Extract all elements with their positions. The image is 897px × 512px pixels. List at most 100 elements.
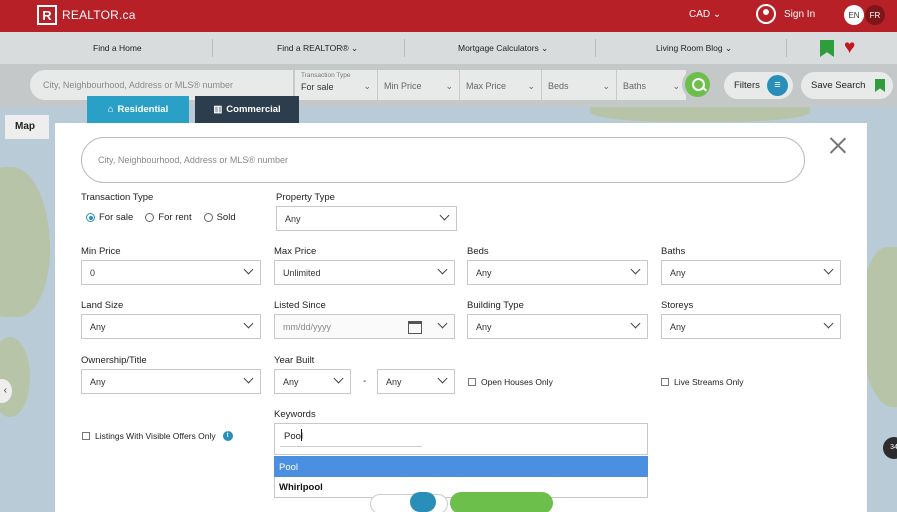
map-land — [0, 337, 30, 417]
map-tab[interactable]: Map — [5, 115, 49, 139]
main-nav: Find a Home Find a REALTOR® ⌄ Mortgage C… — [0, 32, 897, 64]
chevron-down-icon — [630, 318, 641, 329]
building-type-select[interactable]: Any — [467, 314, 648, 339]
storeys-label: Storeys — [661, 300, 694, 311]
property-type-label: Property Type — [276, 192, 335, 203]
nav-find-realtor[interactable]: Find a REALTOR® ⌄ — [277, 32, 358, 64]
baths-select[interactable]: Any — [661, 260, 841, 285]
listed-since-date-input[interactable]: mm/dd/yyyy — [274, 314, 455, 339]
radio-for-rent[interactable]: For rent — [145, 212, 192, 223]
lang-fr-button[interactable]: FR — [865, 5, 885, 25]
transaction-type-value: For sale — [301, 82, 334, 92]
chevron-down-icon: ⌄ — [363, 81, 371, 91]
save-search-button[interactable]: Save Search — [801, 72, 893, 99]
visible-offers-checkbox[interactable]: Listings With Visible Offers Only i — [82, 431, 233, 441]
land-size-value: Any — [90, 322, 106, 332]
info-icon[interactable]: i — [222, 431, 233, 441]
keywords-underline — [280, 446, 422, 447]
year-built-to-select[interactable]: Any — [377, 369, 455, 394]
tab-label: Commercial — [226, 104, 281, 115]
search-submit-button[interactable] — [450, 492, 553, 512]
min-price-select[interactable]: Min Price ⌄ — [377, 70, 459, 100]
checkbox-box — [82, 432, 90, 440]
filters-label: Filters — [734, 80, 760, 91]
min-price-select[interactable]: 0 — [81, 260, 261, 285]
realtor-logo[interactable]: R REALTOR.ca — [37, 5, 136, 25]
land-size-label: Land Size — [81, 300, 124, 311]
open-houses-checkbox[interactable]: Open Houses Only — [468, 377, 553, 387]
bookmark-icon — [875, 79, 885, 92]
text-caret — [301, 429, 302, 441]
nav-label: Mortgage Calculators — [458, 43, 539, 53]
transaction-type-radios: For sale For rent Sold — [86, 212, 236, 223]
chevron-down-icon: ⌄ — [445, 81, 453, 91]
radio-label: For sale — [99, 212, 134, 223]
chevron-down-icon — [630, 264, 641, 275]
save-search-label: Save Search — [811, 80, 866, 91]
lang-en-button[interactable]: EN — [844, 5, 864, 25]
year-built-from-select[interactable]: Any — [274, 369, 351, 394]
search-button[interactable] — [682, 69, 713, 100]
top-bar: R REALTOR.ca CAD ⌄ Sign In EN FR — [0, 0, 897, 32]
nav-living-room-blog[interactable]: Living Room Blog ⌄ — [656, 32, 732, 64]
radio-for-sale[interactable]: For sale — [86, 212, 133, 223]
transaction-type-select[interactable]: Transaction Type For sale ⌄ — [294, 70, 377, 100]
chevron-down-icon — [439, 210, 450, 221]
live-streams-checkbox[interactable]: Live Streams Only — [661, 377, 743, 387]
beds-select[interactable]: Beds ⌄ — [541, 70, 616, 100]
max-price-label: Max Price — [274, 246, 317, 257]
calendar-icon[interactable] — [408, 321, 422, 334]
language-toggle: EN FR — [844, 5, 885, 25]
chevron-down-icon — [823, 318, 834, 329]
radio-label: Sold — [216, 212, 236, 223]
checkbox-label: Open Houses Only — [481, 377, 553, 387]
chevron-down-icon — [437, 264, 448, 275]
chevron-down-icon: ⌄ — [712, 9, 722, 20]
chevron-down-icon: ⌄ — [541, 43, 549, 53]
heart-icon[interactable]: ♥ — [844, 38, 855, 57]
currency-selector[interactable]: CAD ⌄ — [689, 9, 721, 20]
radio-label: For rent — [158, 212, 192, 223]
storeys-value: Any — [670, 322, 686, 332]
filters-button[interactable]: Filters ≡ — [724, 72, 793, 99]
nav-mortgage-calculators[interactable]: Mortgage Calculators ⌄ — [458, 32, 548, 64]
year-built-label: Year Built — [274, 355, 315, 366]
nav-label: Find a REALTOR® — [277, 43, 349, 53]
radio-indicator — [203, 213, 213, 222]
tab-commercial[interactable]: ▥ Commercial — [195, 96, 299, 123]
keywords-label: Keywords — [274, 409, 316, 420]
keywords-input[interactable] — [274, 423, 648, 455]
nav-find-home[interactable]: Find a Home — [93, 32, 142, 64]
chevron-down-icon — [823, 264, 834, 275]
min-price-placeholder: Min Price — [384, 81, 422, 91]
ownership-select[interactable]: Any — [81, 369, 261, 394]
land-size-select[interactable]: Any — [81, 314, 261, 339]
listed-since-label: Listed Since — [274, 300, 326, 311]
beds-select[interactable]: Any — [467, 260, 648, 285]
modal-location-search-input[interactable]: City, Neighbourhood, Address or MLS® num… — [81, 137, 805, 183]
building-type-value: Any — [476, 322, 492, 332]
building-icon: ▥ — [213, 104, 223, 115]
baths-select[interactable]: Baths ⌄ — [616, 70, 686, 100]
transaction-type-label: Transaction Type — [301, 72, 351, 79]
max-price-select[interactable]: Max Price ⌄ — [459, 70, 541, 100]
nav-label: Find a Home — [93, 43, 142, 53]
map-land — [0, 167, 50, 317]
checkbox-box — [661, 378, 669, 386]
suggestion-item-highlighted[interactable]: Pool — [274, 456, 648, 477]
max-price-placeholder: Max Price — [466, 81, 507, 91]
checkbox-label: Listings With Visible Offers Only — [95, 431, 216, 441]
close-icon[interactable] — [829, 136, 847, 154]
property-type-select[interactable]: Any — [276, 206, 457, 231]
chevron-down-icon — [437, 318, 448, 329]
toggle-button[interactable] — [370, 492, 448, 512]
max-price-select[interactable]: Unlimited — [274, 260, 455, 285]
sign-in-button[interactable]: Sign In — [756, 4, 815, 24]
storeys-select[interactable]: Any — [661, 314, 841, 339]
radio-sold[interactable]: Sold — [203, 212, 236, 223]
radio-indicator — [86, 213, 95, 222]
nav-divider — [786, 39, 787, 57]
tab-residential[interactable]: ⌂ Residential — [87, 96, 189, 123]
ownership-value: Any — [90, 377, 106, 387]
filter-icon: ≡ — [767, 75, 788, 96]
